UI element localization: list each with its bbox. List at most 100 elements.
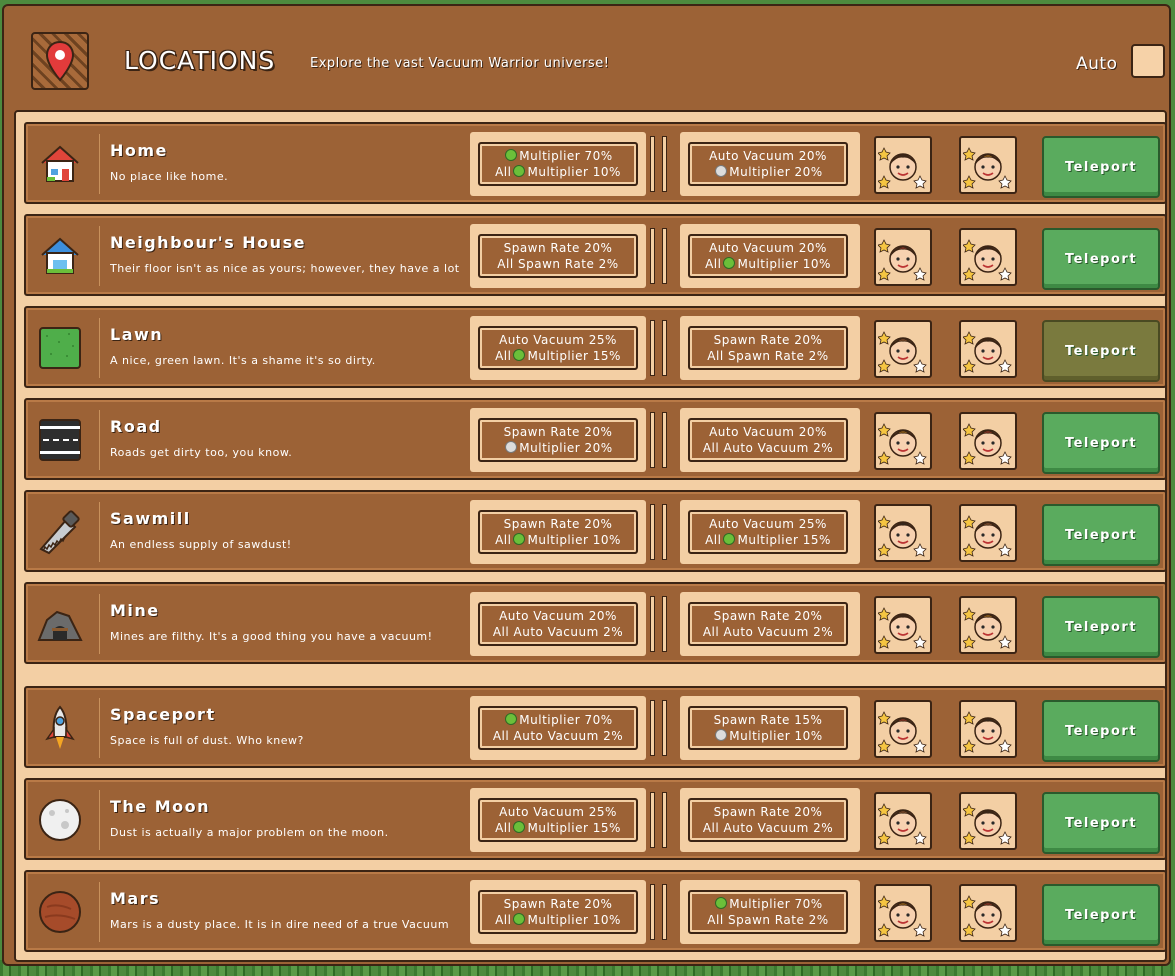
boost-frame: Spawn Rate 20% All Multiplier 10% [470,880,646,944]
house-blue-icon [36,232,84,280]
character-portrait-2 [959,884,1017,942]
location-description: Their floor isn't as nice as yours; howe… [110,262,460,275]
location-row-the-moon: The Moon Dust is actually a major proble… [24,778,1167,860]
location-description: No place like home. [110,170,229,183]
location-name: Lawn [110,325,164,344]
location-row-sawmill: Sawmill An endless supply of sawdust! Sp… [24,490,1167,572]
divider-bars [648,884,674,940]
locations-panel: LOCATIONS Explore the vast Vacuum Warrio… [2,4,1171,966]
location-row-lawn: Lawn A nice, green lawn. It's a shame it… [24,306,1167,388]
location-row-road: Road Roads get dirty too, you know. Spaw… [24,398,1167,480]
locations-list: Home No place like home. Multiplier 70% A… [14,110,1167,962]
divider-bars [648,700,674,756]
boost-frame: Spawn Rate 15% Multiplier 10% [680,696,860,760]
divider-bars [648,136,674,192]
location-row-mine: Mine Mines are filthy. It's a good thing… [24,582,1167,664]
boost-panel-1: Auto Vacuum 20% All Auto Vacuum 2% [478,602,638,646]
boost-panel-1: Auto Vacuum 25% All Multiplier 15% [478,798,638,842]
location-name: Road [110,417,162,436]
boost-frame: Auto Vacuum 20% All Multiplier 10% [680,224,860,288]
divider-bars [648,596,674,652]
boost-frame: Spawn Rate 20% All Auto Vacuum 2% [680,592,860,656]
boost-frame: Auto Vacuum 25% All Multiplier 15% [470,316,646,380]
moon-icon [36,796,84,844]
character-portrait-1 [874,136,932,194]
boost-panel-2: Spawn Rate 20% All Auto Vacuum 2% [688,798,848,842]
boost-panel-2: Spawn Rate 15% Multiplier 10% [688,706,848,750]
character-portrait-2 [959,792,1017,850]
teleport-button[interactable]: Teleport [1042,884,1160,946]
teleport-button[interactable]: Teleport [1042,228,1160,290]
character-portrait-1 [874,596,932,654]
page-subtitle: Explore the vast Vacuum Warrior universe… [310,56,610,71]
location-name: Home [110,141,168,160]
boost-panel-1: Spawn Rate 20% All Multiplier 10% [478,510,638,554]
boost-panel-2: Spawn Rate 20% All Spawn Rate 2% [688,326,848,370]
character-portrait-1 [874,412,932,470]
house-red-icon [36,140,84,188]
boost-frame: Multiplier 70% All Spawn Rate 2% [680,880,860,944]
location-pin-icon [31,32,89,90]
teleport-button[interactable]: Teleport [1042,596,1160,658]
boost-frame: Spawn Rate 20% All Multiplier 10% [470,500,646,564]
boost-frame: Multiplier 70% All Auto Vacuum 2% [470,696,646,760]
divider-bars [648,228,674,284]
divider [99,790,100,850]
divider [99,134,100,194]
boost-panel-2: Auto Vacuum 20% All Auto Vacuum 2% [688,418,848,462]
character-portrait-2 [959,228,1017,286]
divider-bars [648,504,674,560]
boost-frame: Spawn Rate 20% All Spawn Rate 2% [680,316,860,380]
teleport-button[interactable]: Teleport [1042,504,1160,566]
character-portrait-2 [959,320,1017,378]
auto-checkbox[interactable] [1131,44,1165,78]
boost-panel-1: Spawn Rate 20% Multiplier 20% [478,418,638,462]
divider [99,594,100,654]
location-row-spaceport: Spaceport Space is full of dust. Who kne… [24,686,1167,768]
character-portrait-2 [959,136,1017,194]
boost-frame: Auto Vacuum 20% All Auto Vacuum 2% [680,408,860,472]
boost-panel-1: Spawn Rate 20% All Multiplier 10% [478,890,638,934]
mine-icon [36,600,84,648]
lawn-icon [36,324,84,372]
boost-frame: Spawn Rate 20% All Auto Vacuum 2% [680,788,860,852]
teleport-button[interactable]: Teleport [1042,792,1160,854]
location-name: Sawmill [110,509,191,528]
location-description: An endless supply of sawdust! [110,538,292,551]
location-description: A nice, green lawn. It's a shame it's so… [110,354,376,367]
location-name: Spaceport [110,705,216,724]
boost-frame: Auto Vacuum 20% All Auto Vacuum 2% [470,592,646,656]
boost-panel-2: Multiplier 70% All Spawn Rate 2% [688,890,848,934]
boost-panel-2: Auto Vacuum 20% Multiplier 20% [688,142,848,186]
saw-icon [36,508,84,556]
teleport-button[interactable]: Teleport [1042,412,1160,474]
boost-panel-1: Auto Vacuum 25% All Multiplier 15% [478,326,638,370]
location-name: Mine [110,601,160,620]
divider [99,226,100,286]
boost-panel-2: Spawn Rate 20% All Auto Vacuum 2% [688,602,848,646]
road-icon [36,416,84,464]
boost-panel-1: Multiplier 70% All Auto Vacuum 2% [478,706,638,750]
location-row-mars: Mars Mars is a dusty place. It is in dir… [24,870,1167,952]
character-portrait-1 [874,504,932,562]
teleport-button[interactable]: Teleport [1042,700,1160,762]
location-name: Mars [110,889,161,908]
boost-frame: Multiplier 70% All Multiplier 10% [470,132,646,196]
character-portrait-1 [874,792,932,850]
location-description: Dust is actually a major problem on the … [110,826,389,839]
divider [99,882,100,942]
character-portrait-2 [959,412,1017,470]
character-portrait-1 [874,228,932,286]
divider-bars [648,320,674,376]
divider [99,318,100,378]
boost-panel-2: Auto Vacuum 20% All Multiplier 10% [688,234,848,278]
boost-frame: Auto Vacuum 25% All Multiplier 15% [680,500,860,564]
teleport-button[interactable]: Teleport [1042,320,1160,382]
rocket-icon [36,704,84,752]
page-title: LOCATIONS [124,46,276,75]
boost-panel-1: Multiplier 70% All Multiplier 10% [478,142,638,186]
boost-frame: Auto Vacuum 25% All Multiplier 15% [470,788,646,852]
teleport-button[interactable]: Teleport [1042,136,1160,198]
character-portrait-1 [874,700,932,758]
location-description: Space is full of dust. Who knew? [110,734,304,747]
